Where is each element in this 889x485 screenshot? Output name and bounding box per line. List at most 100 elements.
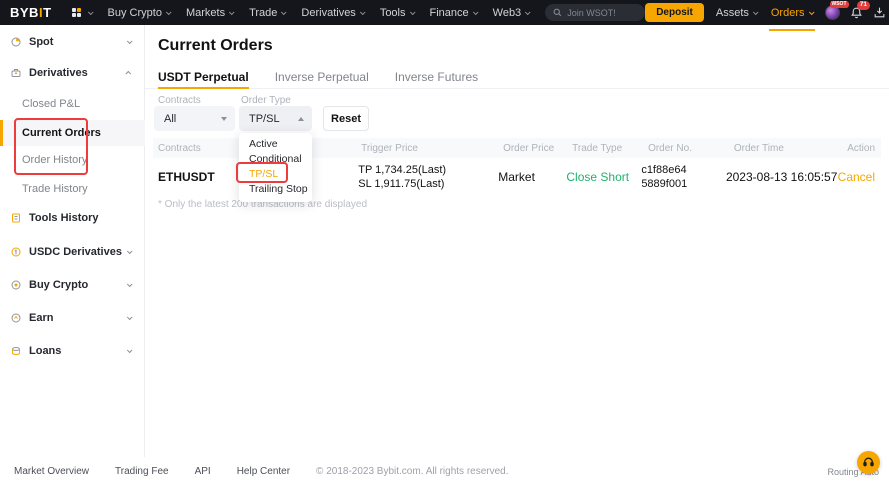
support-chat-button[interactable] bbox=[857, 451, 880, 474]
avatar-wsot-badge: WSOT bbox=[830, 1, 849, 8]
sidebar-subitem-label: Trade History bbox=[22, 183, 88, 195]
buy-crypto-icon bbox=[10, 279, 22, 291]
header-order-price: Order Price bbox=[498, 143, 567, 154]
sidebar-item-usdc-derivatives[interactable]: USDC Derivatives bbox=[0, 242, 145, 262]
search-box[interactable] bbox=[545, 4, 645, 21]
sidebar-subitem-label: Closed P&L bbox=[22, 98, 80, 110]
earn-icon bbox=[10, 312, 22, 324]
footer-link-trading-fee[interactable]: Trading Fee bbox=[115, 466, 169, 477]
search-input[interactable] bbox=[567, 8, 637, 18]
chevron-down-icon bbox=[753, 9, 759, 15]
header-action: Action bbox=[847, 143, 881, 154]
tools-history-icon bbox=[10, 212, 22, 224]
cell-trigger-price: TP 1,734.25(Last) SL 1,911.75(Last) bbox=[353, 163, 493, 191]
chevron-down-icon bbox=[229, 9, 235, 15]
sidebar-item-trade-history[interactable]: Trade History bbox=[0, 179, 145, 199]
notifications-button[interactable]: 71 bbox=[850, 6, 863, 19]
chevron-down-icon bbox=[87, 9, 93, 15]
cell-order-no: c1f88e64 5889f001 bbox=[636, 163, 721, 191]
trigger-sl: SL 1,911.75(Last) bbox=[358, 177, 493, 191]
chevron-down-icon bbox=[360, 9, 366, 15]
caret-down-icon bbox=[221, 117, 227, 121]
header-order-time: Order Time bbox=[729, 143, 847, 154]
sidebar-subitem-label: Current Orders bbox=[22, 127, 101, 139]
header-trigger-price: Trigger Price bbox=[356, 143, 498, 154]
chevron-down-icon bbox=[127, 314, 133, 320]
cell-order-time: 2023-08-13 16:05:57 bbox=[721, 170, 838, 184]
sidebar: Spot Derivatives Closed P&L Current Orde… bbox=[0, 25, 145, 457]
logo-text: BYB bbox=[10, 5, 39, 20]
nav-web3[interactable]: Web3 bbox=[485, 0, 538, 25]
apps-grid-menu[interactable] bbox=[64, 0, 100, 25]
dropdown-option-conditional[interactable]: Conditional bbox=[239, 152, 312, 167]
tab-bar: USDT Perpetual Inverse Perpetual Inverse… bbox=[145, 65, 889, 89]
nav-markets[interactable]: Markets bbox=[178, 0, 241, 25]
footer-link-help-center[interactable]: Help Center bbox=[237, 466, 290, 477]
download-app-icon[interactable] bbox=[873, 6, 886, 19]
dropdown-option-active[interactable]: Active bbox=[239, 137, 312, 152]
sidebar-item-order-history[interactable]: Order History bbox=[0, 150, 145, 170]
sidebar-item-earn[interactable]: Earn bbox=[0, 308, 145, 328]
sidebar-item-label: Derivatives bbox=[29, 67, 88, 79]
sidebar-item-label: Spot bbox=[29, 36, 53, 48]
tab-inverse-futures[interactable]: Inverse Futures bbox=[395, 65, 478, 88]
search-icon bbox=[553, 8, 562, 17]
header-trade-type: Trade Type bbox=[567, 143, 643, 154]
sidebar-item-spot[interactable]: Spot bbox=[0, 32, 145, 52]
contracts-select-value: All bbox=[164, 113, 176, 125]
sidebar-item-label: Loans bbox=[29, 345, 61, 357]
nav-derivatives[interactable]: Derivatives bbox=[293, 0, 371, 25]
sidebar-item-buy-crypto[interactable]: Buy Crypto bbox=[0, 275, 145, 295]
nav-label: Tools bbox=[380, 7, 406, 19]
reset-button[interactable]: Reset bbox=[323, 106, 369, 131]
usdc-derivatives-icon bbox=[10, 246, 22, 258]
deposit-button[interactable]: Deposit bbox=[645, 3, 704, 22]
chevron-down-icon bbox=[127, 38, 133, 44]
active-nav-underline bbox=[769, 29, 815, 31]
nav-finance[interactable]: Finance bbox=[422, 0, 485, 25]
chevron-down-icon bbox=[127, 347, 133, 353]
sidebar-item-loans[interactable]: Loans bbox=[0, 341, 145, 361]
notification-count-badge: 71 bbox=[857, 1, 869, 10]
sidebar-subitem-label: Order History bbox=[22, 154, 87, 166]
cancel-order-button[interactable]: Cancel bbox=[838, 170, 881, 184]
sidebar-item-tools-history[interactable]: Tools History bbox=[0, 208, 145, 228]
header-order-no: Order No. bbox=[643, 143, 729, 154]
chevron-down-icon bbox=[281, 9, 287, 15]
sidebar-item-label: Buy Crypto bbox=[29, 279, 88, 291]
tab-label: USDT Perpetual bbox=[158, 70, 249, 84]
nav-trade[interactable]: Trade bbox=[241, 0, 293, 25]
dropdown-option-tpsl[interactable]: TP/SL bbox=[239, 167, 312, 182]
nav-label: Assets bbox=[716, 7, 749, 19]
bybit-logo[interactable]: BYBIT bbox=[10, 5, 52, 20]
dropdown-option-trailing-stop[interactable]: Trailing Stop bbox=[239, 182, 312, 197]
contracts-select[interactable]: All bbox=[154, 106, 235, 131]
sidebar-item-derivatives[interactable]: Derivatives bbox=[0, 63, 145, 83]
footer-link-api[interactable]: API bbox=[195, 466, 211, 477]
sidebar-item-label: Tools History bbox=[29, 212, 98, 224]
cell-trade-type: Close Short bbox=[561, 170, 636, 184]
apps-grid-icon bbox=[72, 8, 81, 17]
sidebar-item-closed-pnl[interactable]: Closed P&L bbox=[0, 94, 145, 114]
nav-label: Markets bbox=[186, 7, 225, 19]
copyright-text: © 2018-2023 Bybit.com. All rights reserv… bbox=[316, 466, 508, 477]
tab-label: Inverse Futures bbox=[395, 70, 478, 84]
order-type-select[interactable]: TP/SL bbox=[239, 106, 312, 131]
nav-label: Buy Crypto bbox=[108, 7, 162, 19]
nav-label: Orders bbox=[771, 7, 805, 19]
derivatives-icon bbox=[10, 67, 22, 79]
chevron-up-icon bbox=[125, 71, 131, 77]
order-type-filter-label: Order Type bbox=[241, 95, 291, 106]
nav-tools[interactable]: Tools bbox=[372, 0, 422, 25]
loans-icon bbox=[10, 345, 22, 357]
nav-orders[interactable]: Orders bbox=[769, 0, 815, 25]
sidebar-item-current-orders[interactable]: Current Orders bbox=[0, 123, 145, 143]
tab-usdt-perpetual[interactable]: USDT Perpetual bbox=[158, 65, 249, 88]
cell-order-price: Market bbox=[493, 170, 561, 184]
user-avatar[interactable]: WSOT bbox=[825, 5, 840, 20]
footer-link-market-overview[interactable]: Market Overview bbox=[14, 466, 89, 477]
tab-inverse-perpetual[interactable]: Inverse Perpetual bbox=[275, 65, 369, 88]
nav-label: Finance bbox=[430, 7, 469, 19]
nav-assets[interactable]: Assets bbox=[714, 0, 759, 25]
nav-buy-crypto[interactable]: Buy Crypto bbox=[100, 0, 178, 25]
